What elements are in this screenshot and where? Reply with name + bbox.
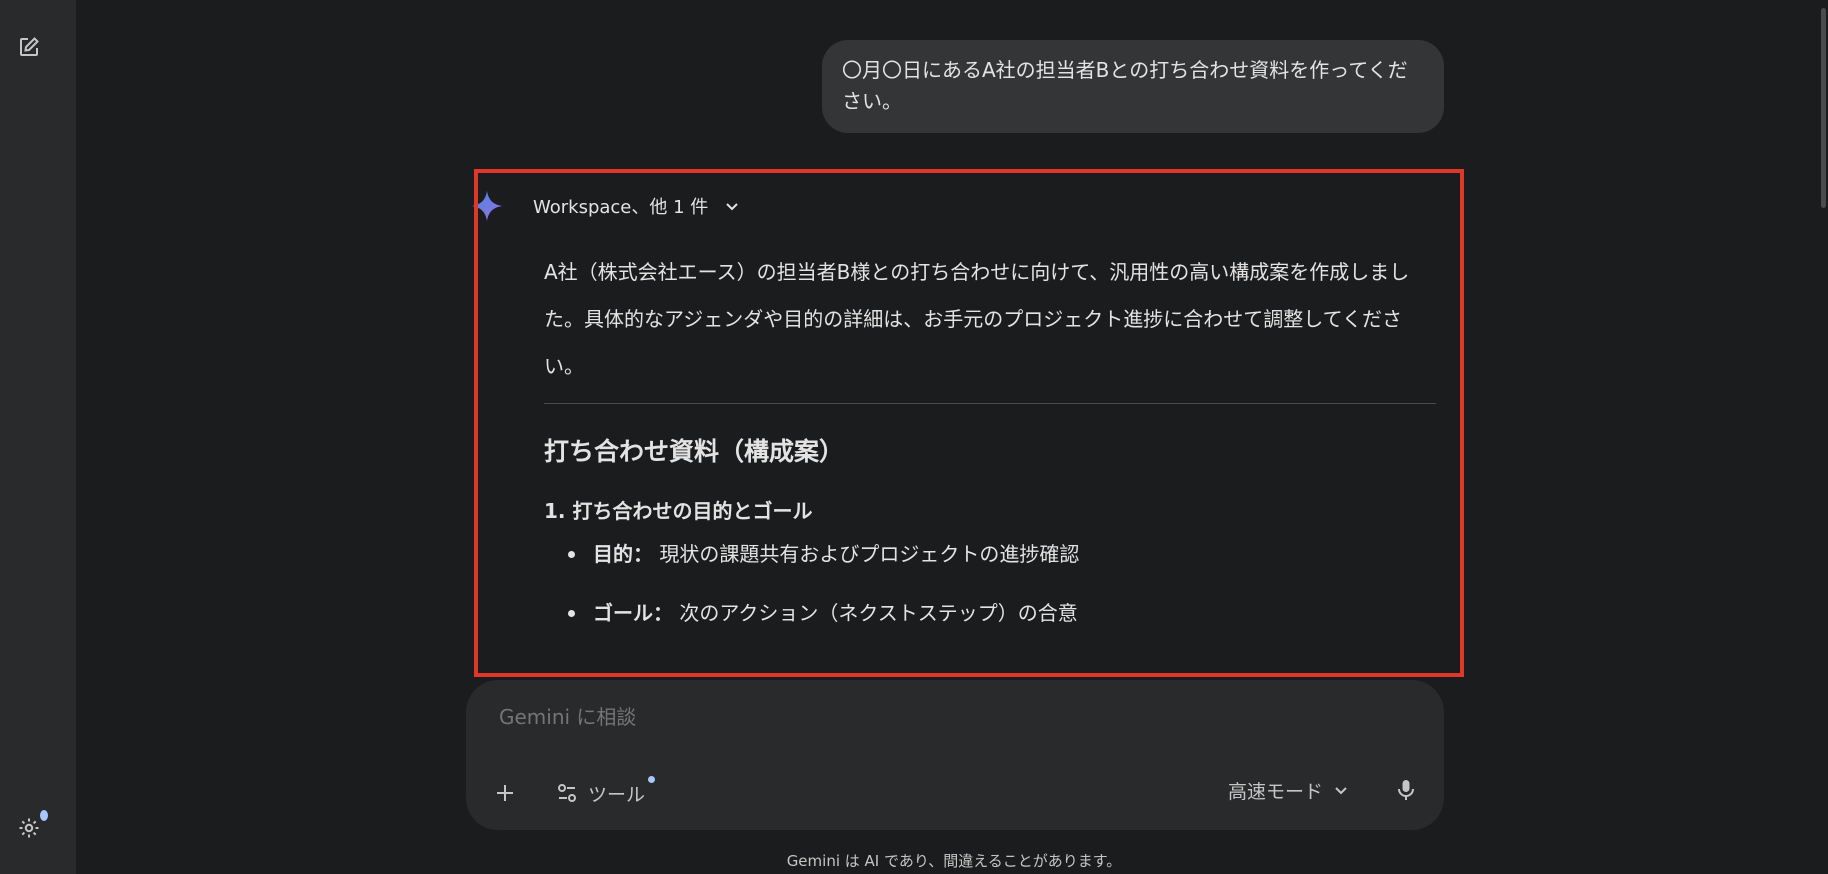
bullet-list: 目的： 現状の課題共有およびプロジェクトの進捗確認 ゴール： 次のアクション（ネ… xyxy=(544,539,1436,628)
mode-picker[interactable]: 高速モード xyxy=(1228,773,1349,807)
notification-dot xyxy=(40,810,48,821)
gemini-sparkle-icon xyxy=(472,191,502,221)
scrollbar-thumb[interactable] xyxy=(1821,8,1826,208)
response-intro: A社（株式会社エース）の担当者B様との打ち合わせに向けて、汎用性の高い構成案を作… xyxy=(544,260,1410,378)
microphone-button[interactable] xyxy=(1388,772,1424,808)
tools-used-label: Workspace、他 1 件 xyxy=(533,197,709,218)
add-attachment-button[interactable] xyxy=(488,776,522,810)
user-message-bubble: 〇月〇日にあるA社の担当者Bとの打ち合わせ資料を作ってください。 xyxy=(822,40,1444,133)
tools-new-badge xyxy=(648,776,655,783)
bullet-term: ゴール： xyxy=(593,601,673,625)
bullet-dot xyxy=(568,610,575,617)
list-item: 目的： 現状の課題共有およびプロジェクトの進捗確認 xyxy=(544,539,1436,569)
prompt-input[interactable] xyxy=(497,704,1301,730)
scrollbar[interactable] xyxy=(1818,0,1828,874)
gemini-app: 〇月〇日にあるA社の担当者Bとの打ち合わせ資料を作ってください。 Workspa… xyxy=(0,0,1828,874)
chevron-down-icon xyxy=(1333,782,1349,798)
tools-button[interactable]: ツール xyxy=(556,776,645,810)
plus-icon xyxy=(497,785,513,801)
response-heading: 打ち合わせ資料（構成案） xyxy=(544,437,845,466)
bullet-text: 次のアクション（ネクストステップ）の合意 xyxy=(673,601,1078,625)
mode-label: 高速モード xyxy=(1228,780,1324,803)
side-rail xyxy=(0,0,76,874)
new-chat-button[interactable] xyxy=(13,31,45,63)
response-body: A社（株式会社エース）の担当者B様との打ち合わせに向けて、汎用性の高い構成案を作… xyxy=(544,249,1436,657)
prompt-composer: ツール 高速モード xyxy=(466,680,1444,830)
bullet-term: 目的： xyxy=(593,542,653,566)
tools-label: ツール xyxy=(588,783,646,806)
gear-icon xyxy=(19,818,39,838)
settings-button[interactable] xyxy=(13,810,48,844)
list-item: ゴール： 次のアクション（ネクストステップ）の合意 xyxy=(544,598,1436,628)
bullet-dot xyxy=(568,551,575,558)
bullet-text: 現状の課題共有およびプロジェクトの進捗確認 xyxy=(653,542,1080,566)
tools-used-dropdown[interactable]: Workspace、他 1 件 xyxy=(533,192,742,220)
ai-disclaimer: Gemini は AI であり、間違えることがあります。 xyxy=(786,852,1122,870)
tune-icon xyxy=(558,784,576,802)
microphone-icon xyxy=(1398,780,1414,800)
section-title: 1. 打ち合わせの目的とゴール xyxy=(544,499,813,523)
edit-square-icon xyxy=(20,37,39,56)
divider xyxy=(544,403,1436,404)
chevron-down-icon xyxy=(722,196,742,216)
